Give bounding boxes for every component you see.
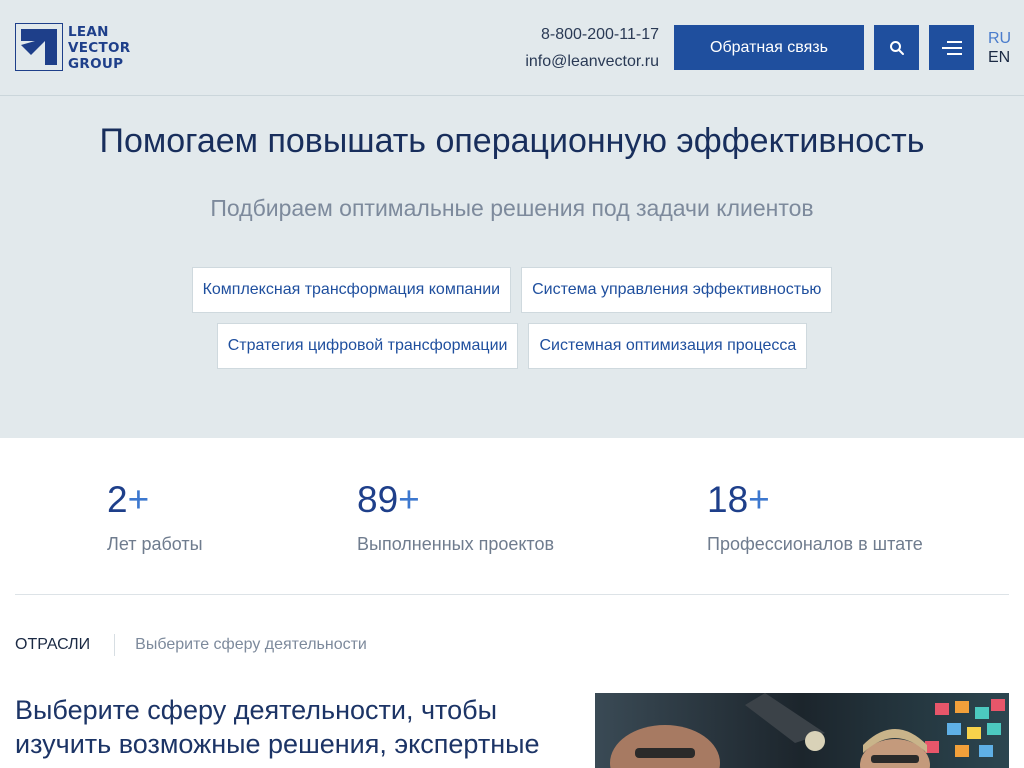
section-divider [15, 594, 1009, 595]
stat-label: Лет работы [107, 534, 203, 554]
callback-button[interactable]: Обратная связь [674, 25, 864, 70]
hero-title: Помогаем повышать операционную эффективн… [99, 122, 925, 160]
lang-ru-link[interactable]: RU [988, 29, 1011, 48]
stat-label: Профессионалов в штате [707, 534, 923, 554]
site-header: LEAN VECTOR GROUP 8-800-200-11-17 info@l… [0, 0, 1024, 96]
section-hint: Выберите сферу деятельности [135, 636, 367, 653]
logo-line-1: LEAN [68, 24, 109, 40]
chip-row-1: Комплексная трансформация компании Систе… [0, 267, 1024, 313]
team-photo [595, 693, 1009, 768]
section-label: ОТРАСЛИ [15, 636, 91, 653]
breadcrumb-separator [114, 634, 116, 656]
logo[interactable]: LEAN VECTOR GROUP [15, 23, 139, 73]
phone-link[interactable]: 8-800-200-11-17 [525, 23, 659, 47]
logo-line-2: VECTOR [68, 40, 131, 56]
stat-professionals: 18+ Профессионалов в штате [707, 478, 923, 555]
email-link[interactable]: info@leanvector.ru [525, 50, 659, 74]
chip-row-2: Стратегия цифровой трансформации Системн… [0, 323, 1024, 369]
search-button[interactable] [874, 25, 919, 70]
logo-line-3: GROUP [68, 56, 124, 72]
stat-number: 18+ [707, 479, 770, 520]
lang-en-link[interactable]: EN [988, 48, 1011, 67]
menu-icon [941, 40, 962, 55]
stat-years: 2+ Лет работы [107, 478, 203, 555]
stat-number: 2+ [107, 479, 150, 520]
industries-title: Выберите сферу деятельности, чтобы изучи… [15, 695, 540, 759]
chip-company-transformation[interactable]: Комплексная трансформация компании [191, 267, 512, 313]
logo-wordmark: LEAN VECTOR GROUP [68, 24, 130, 72]
hero-section: Помогаем повышать операционную эффективн… [0, 96, 1024, 438]
search-icon [889, 40, 904, 55]
menu-button[interactable] [929, 25, 974, 70]
stat-number: 89+ [357, 479, 420, 520]
chip-digital-strategy[interactable]: Стратегия цифровой трансформации [216, 323, 519, 369]
stat-projects: 89+ Выполненных проектов [357, 478, 554, 555]
contacts: 8-800-200-11-17 info@leanvector.ru [525, 23, 659, 77]
hero-subtitle: Подбираем оптимальные решения под задачи… [210, 195, 814, 221]
team-photo-image [595, 693, 1009, 768]
language-switcher: RU EN [988, 29, 1011, 67]
stat-label: Выполненных проектов [357, 534, 555, 554]
chip-process-optimization[interactable]: Системная оптимизация процесса [528, 323, 808, 369]
solution-chips: Комплексная трансформация компании Систе… [0, 267, 1024, 379]
section-breadcrumb: ОТРАСЛИ Выберите сферу деятельности [15, 634, 367, 656]
chip-performance-management[interactable]: Система управления эффективностью [521, 267, 833, 313]
logo-mark [15, 23, 63, 71]
